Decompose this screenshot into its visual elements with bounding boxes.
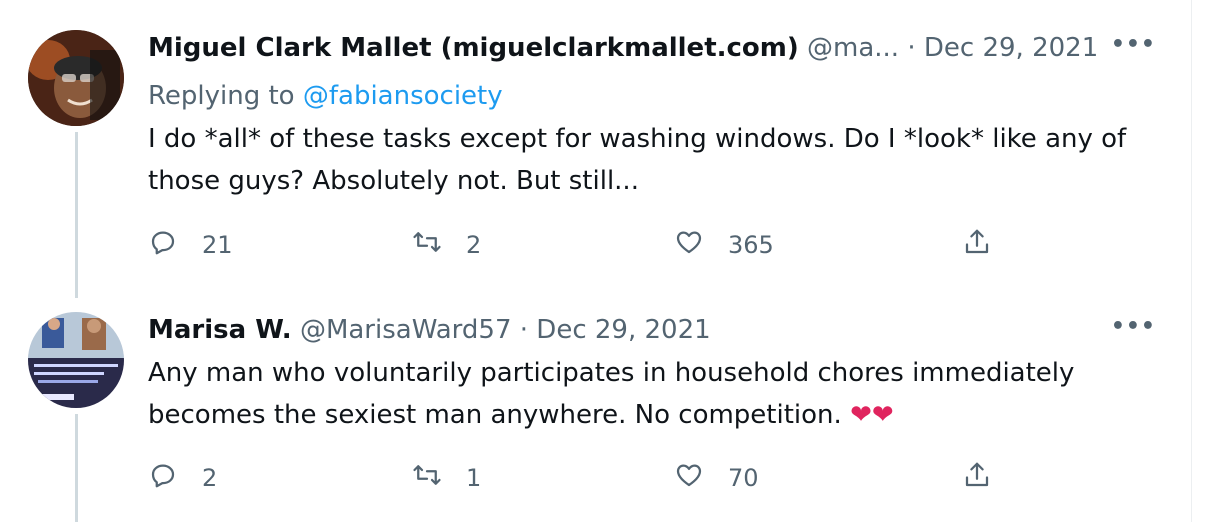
like-count: 365: [728, 231, 774, 259]
tweet-text: I do *all* of these tasks except for was…: [148, 124, 1127, 196]
replying-to: Replying to @fabiansociety: [148, 78, 503, 114]
column-border: [1191, 0, 1192, 522]
reply-button[interactable]: 21: [148, 225, 233, 265]
tweet-2[interactable]: Marisa W. @MarisaWard57 · Dec 29, 2021 •…: [0, 300, 1190, 522]
thread-line: [75, 414, 78, 522]
retweet-button[interactable]: 2: [412, 225, 481, 265]
retweet-button[interactable]: 1: [412, 458, 481, 498]
display-name[interactable]: Miguel Clark Mallet (miguelclarkmallet.c…: [148, 33, 799, 63]
replying-prefix: Replying to: [148, 81, 303, 111]
tweet-header: Marisa W. @MarisaWard57 · Dec 29, 2021: [148, 312, 711, 348]
avatar[interactable]: [28, 30, 124, 126]
user-handle[interactable]: @MarisaWard57: [300, 315, 512, 345]
separator-dot: ·: [519, 315, 529, 345]
more-options-button[interactable]: •••: [1111, 32, 1156, 57]
tweet-actions: 21 2 365: [148, 225, 1028, 265]
heart-icon: [674, 227, 704, 263]
reply-icon: [148, 460, 178, 496]
reply-count: 21: [202, 231, 233, 259]
tweet-date[interactable]: Dec 29, 2021: [536, 315, 710, 345]
like-button[interactable]: 70: [674, 458, 759, 498]
like-count: 70: [728, 464, 759, 492]
tweet-thread: Miguel Clark Mallet (miguelclarkmallet.c…: [0, 0, 1210, 522]
share-icon: [962, 227, 992, 263]
heart-emoji: ❤❤: [850, 400, 894, 430]
share-button[interactable]: [962, 458, 992, 498]
retweet-count: 2: [466, 231, 482, 259]
retweet-icon: [412, 460, 442, 496]
tweet-text-content: Any man who voluntarily participates in …: [148, 358, 1075, 430]
retweet-icon: [412, 227, 442, 263]
reply-button[interactable]: 2: [148, 458, 217, 498]
more-options-button[interactable]: •••: [1111, 314, 1156, 339]
reply-count: 2: [202, 464, 218, 492]
thread-line: [75, 132, 78, 298]
tweet-1[interactable]: Miguel Clark Mallet (miguelclarkmallet.c…: [0, 0, 1190, 298]
tweet-actions: 2 1 70: [148, 458, 1028, 498]
tweet-text: Any man who voluntarily participates in …: [148, 352, 1158, 436]
separator-dot: ·: [907, 33, 916, 63]
reply-icon: [148, 227, 178, 263]
display-name[interactable]: Marisa W.: [148, 315, 292, 345]
tweet-date[interactable]: Dec 29, 2021: [924, 33, 1098, 63]
share-button[interactable]: [962, 225, 992, 265]
user-handle[interactable]: @ma...: [807, 33, 899, 63]
avatar[interactable]: [28, 312, 124, 408]
mention-link[interactable]: @fabiansociety: [303, 81, 503, 111]
like-button[interactable]: 365: [674, 225, 774, 265]
retweet-count: 1: [466, 464, 482, 492]
heart-icon: [674, 460, 704, 496]
tweet-header: Miguel Clark Mallet (miguelclarkmallet.c…: [148, 30, 1098, 66]
share-icon: [962, 460, 992, 496]
